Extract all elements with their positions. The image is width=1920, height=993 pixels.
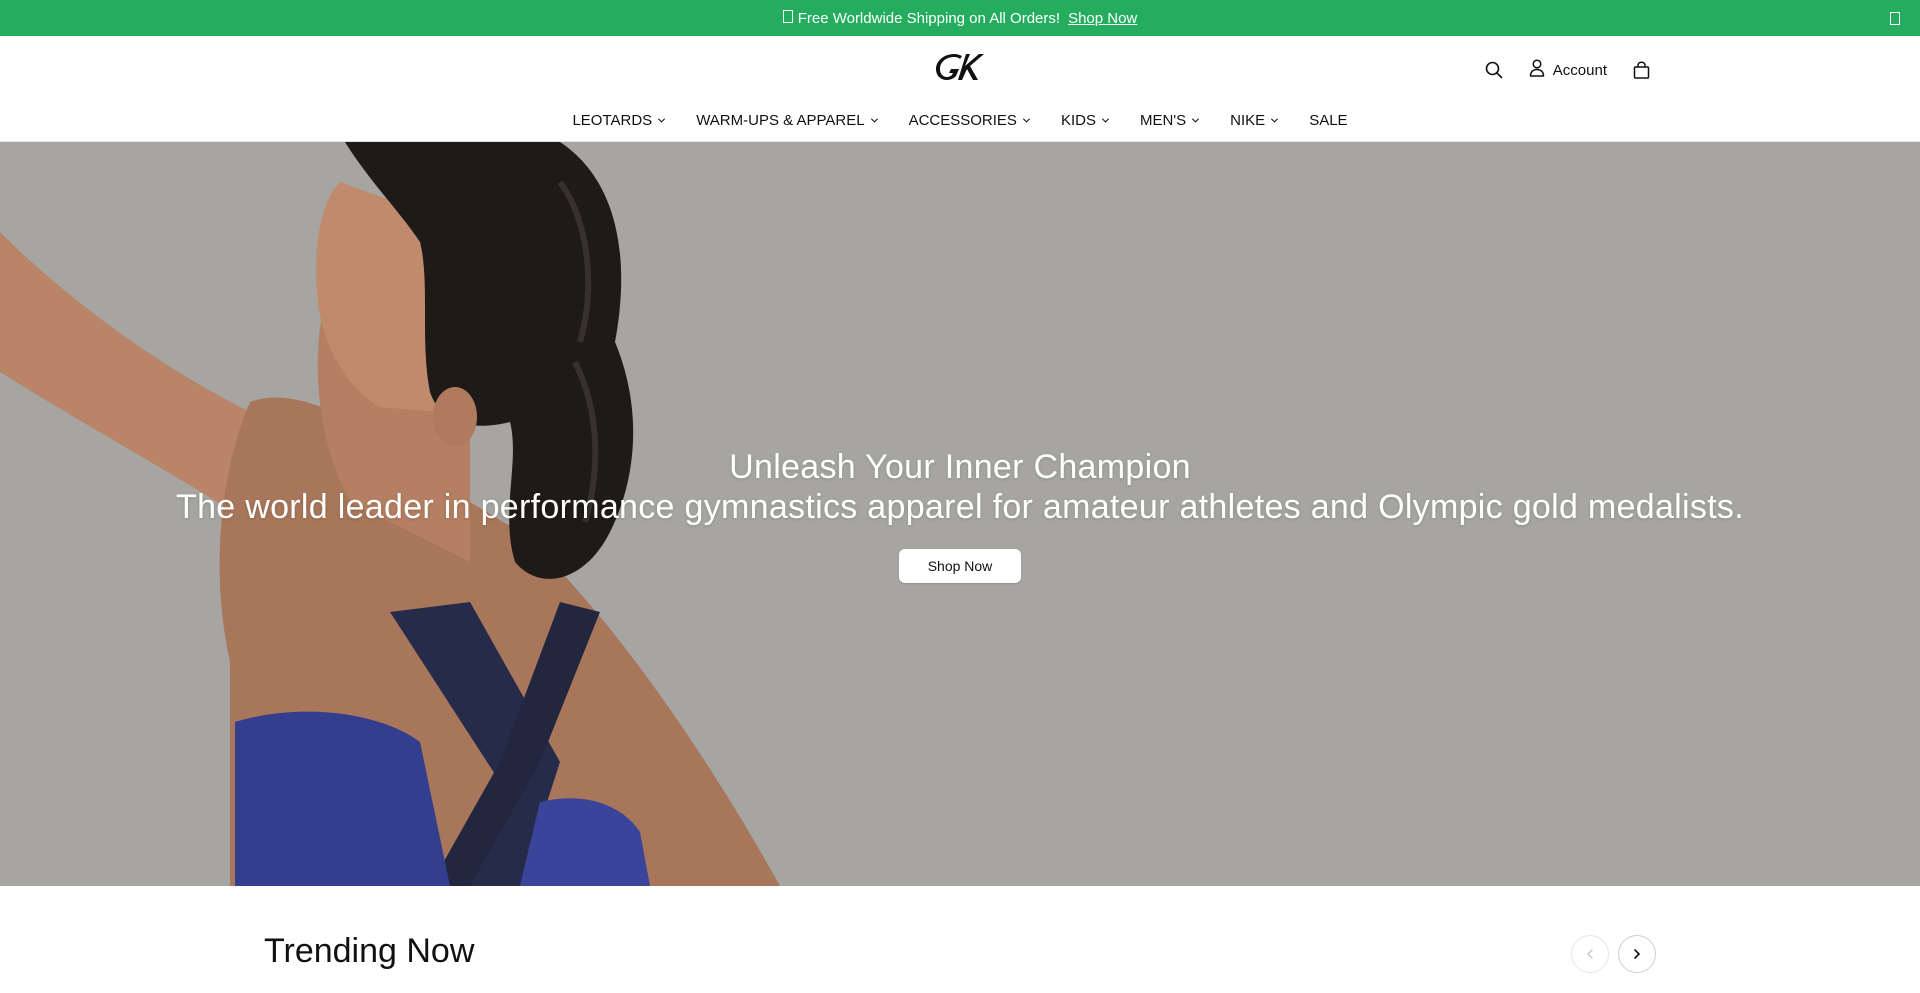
nav-label: KIDS bbox=[1060, 111, 1096, 129]
gk-logo-icon[interactable] bbox=[932, 50, 988, 86]
gift-icon bbox=[782, 10, 793, 26]
chevron-down-icon bbox=[1101, 117, 1110, 123]
nav-item-nike[interactable]: NIKE bbox=[1215, 112, 1294, 129]
user-icon bbox=[1529, 59, 1545, 81]
nav-item-kids[interactable]: KIDS bbox=[1046, 112, 1125, 129]
account-label: Account bbox=[1552, 61, 1607, 79]
nav-item-warm-ups-apparel[interactable]: WARM-UPS & APPAREL bbox=[681, 112, 893, 129]
nav-item-sale[interactable]: SALE bbox=[1294, 112, 1362, 129]
chevron-down-icon bbox=[1271, 117, 1279, 123]
hero-text: Unleash Your Inner Champion The world le… bbox=[0, 447, 1920, 527]
nav-label: LEOTARDS bbox=[572, 111, 653, 129]
hero-subtitle: The world leader in performance gymnasti… bbox=[176, 488, 1744, 526]
account-link[interactable]: Account bbox=[1529, 59, 1607, 81]
chevron-down-icon bbox=[1022, 117, 1030, 123]
close-icon[interactable] bbox=[1886, 9, 1904, 27]
nav-label: NIKE bbox=[1230, 111, 1266, 129]
shopping-bag-icon[interactable] bbox=[1633, 61, 1650, 79]
nav-label: WARM-UPS & APPAREL bbox=[696, 111, 865, 129]
carousel-prev-button[interactable] bbox=[1571, 935, 1609, 973]
chevron-down-icon bbox=[658, 117, 666, 123]
announcement-shop-now-link[interactable]: Shop Now bbox=[1068, 10, 1137, 27]
chevron-down-icon bbox=[870, 117, 878, 123]
chevron-down-icon bbox=[1192, 117, 1200, 123]
header-tools: Account bbox=[1485, 56, 1650, 84]
chevron-right-icon bbox=[1634, 949, 1641, 959]
announcement-message: Free Worldwide Shipping on All Orders! bbox=[797, 9, 1061, 27]
nav-label: MEN'S bbox=[1139, 111, 1187, 129]
main-nav: LEOTARDS WARM-UPS & APPAREL ACCESSORIES … bbox=[0, 108, 1920, 132]
chevron-left-icon bbox=[1586, 949, 1593, 959]
hero-title: Unleash Your Inner Champion bbox=[729, 448, 1191, 486]
nav-item-mens[interactable]: MEN'S bbox=[1125, 112, 1215, 129]
trending-title: Trending Now bbox=[264, 932, 475, 970]
hero-banner: Unleash Your Inner Champion The world le… bbox=[0, 142, 1920, 886]
hero-shop-now-button[interactable]: Shop Now bbox=[899, 549, 1021, 583]
carousel-next-button[interactable] bbox=[1618, 935, 1656, 973]
site-header: Account LEOTARDS WARM-UPS & APPAREL ACCE… bbox=[0, 36, 1920, 142]
nav-label: ACCESSORIES bbox=[908, 111, 1017, 129]
announcement-bar: Free Worldwide Shipping on All Orders! S… bbox=[0, 0, 1920, 36]
nav-item-leotards[interactable]: LEOTARDS bbox=[557, 112, 681, 129]
nav-label: SALE bbox=[1309, 111, 1348, 129]
search-icon[interactable] bbox=[1485, 61, 1503, 79]
nav-item-accessories[interactable]: ACCESSORIES bbox=[894, 112, 1046, 129]
